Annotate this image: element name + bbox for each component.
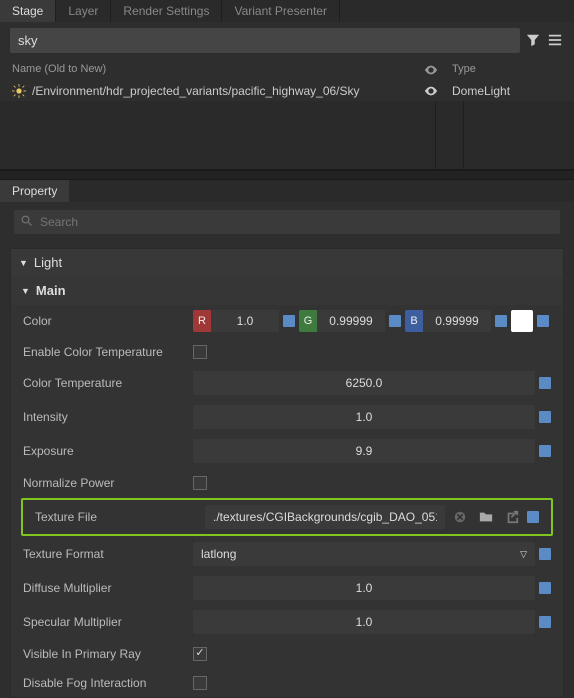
label-intensity: Intensity: [23, 410, 193, 424]
stage-row-path: /Environment/hdr_projected_variants/paci…: [32, 84, 424, 98]
stage-search-input[interactable]: [10, 28, 520, 53]
exposure-input[interactable]: [193, 439, 535, 463]
keyframe-indicator[interactable]: [527, 511, 539, 523]
label-normalize-power: Normalize Power: [23, 476, 193, 490]
specular-mult-input[interactable]: [193, 610, 535, 634]
texture-format-value: latlong: [201, 547, 236, 561]
label-color-temp: Color Temperature: [23, 376, 193, 390]
intensity-input[interactable]: [193, 405, 535, 429]
disable-fog-checkbox[interactable]: [193, 676, 207, 690]
color-g-chip: G: [299, 310, 317, 332]
keyframe-indicator[interactable]: [495, 315, 507, 327]
label-color: Color: [23, 314, 193, 328]
stage-header-type[interactable]: Type: [452, 63, 562, 77]
label-exposure: Exposure: [23, 444, 193, 458]
section-light-header[interactable]: ▼ Light: [11, 249, 563, 276]
enable-color-temp-checkbox[interactable]: [193, 345, 207, 359]
search-icon: [21, 215, 33, 227]
keyframe-indicator[interactable]: [283, 315, 295, 327]
color-swatch[interactable]: [511, 310, 533, 332]
diffuse-mult-input[interactable]: [193, 576, 535, 600]
color-b-chip: B: [405, 310, 423, 332]
keyframe-indicator[interactable]: [539, 445, 551, 457]
keyframe-indicator[interactable]: [539, 582, 551, 594]
stage-header-name[interactable]: Name (Old to New): [12, 63, 424, 77]
normalize-power-checkbox[interactable]: [193, 476, 207, 490]
color-b-input[interactable]: [423, 310, 491, 332]
stage-header-visibility[interactable]: [424, 63, 452, 77]
label-texture-format: Texture Format: [23, 547, 193, 561]
label-texture-file: Texture File: [35, 510, 205, 524]
texture-format-dropdown[interactable]: latlong ▽: [193, 542, 535, 566]
keyframe-indicator[interactable]: [539, 377, 551, 389]
stage-row-type: DomeLight: [452, 84, 562, 98]
tab-property[interactable]: Property: [0, 180, 69, 202]
color-g-input[interactable]: [317, 310, 385, 332]
section-light-label: Light: [34, 255, 62, 270]
keyframe-indicator[interactable]: [539, 411, 551, 423]
keyframe-indicator[interactable]: [539, 548, 551, 560]
export-icon[interactable]: [501, 506, 523, 528]
tab-render-settings[interactable]: Render Settings: [111, 0, 222, 22]
clear-icon[interactable]: [449, 506, 471, 528]
keyframe-indicator[interactable]: [539, 616, 551, 628]
stage-row[interactable]: /Environment/hdr_projected_variants/paci…: [0, 81, 574, 101]
label-disable-fog: Disable Fog Interaction: [23, 676, 193, 690]
color-r-input[interactable]: [211, 310, 279, 332]
visible-primary-checkbox[interactable]: [193, 647, 207, 661]
label-visible-primary: Visible In Primary Ray: [23, 647, 193, 661]
stage-tabs: Stage Layer Render Settings Variant Pres…: [0, 0, 574, 22]
tab-variant-presenter[interactable]: Variant Presenter: [222, 0, 340, 22]
tab-layer[interactable]: Layer: [56, 0, 111, 22]
property-search-input[interactable]: [14, 210, 560, 234]
hamburger-icon[interactable]: [548, 33, 564, 49]
keyframe-indicator[interactable]: [389, 315, 401, 327]
label-enable-color-temp: Enable Color Temperature: [23, 345, 193, 359]
texture-file-input[interactable]: [205, 505, 445, 529]
keyframe-indicator[interactable]: [537, 315, 549, 327]
eye-icon[interactable]: [424, 84, 452, 98]
chevron-down-icon: ▽: [520, 549, 527, 560]
section-main-header[interactable]: ▼ Main: [11, 276, 563, 305]
caret-down-icon: ▼: [19, 258, 28, 268]
caret-down-icon: ▼: [21, 286, 30, 296]
folder-icon[interactable]: [475, 506, 497, 528]
color-r-chip: R: [193, 310, 211, 332]
light-icon: [12, 84, 26, 98]
tab-stage[interactable]: Stage: [0, 0, 56, 22]
color-temp-input[interactable]: [193, 371, 535, 395]
filter-icon[interactable]: [526, 33, 542, 49]
section-main-label: Main: [36, 283, 66, 298]
label-diffuse-mult: Diffuse Multiplier: [23, 581, 193, 595]
label-specular-mult: Specular Multiplier: [23, 615, 193, 629]
